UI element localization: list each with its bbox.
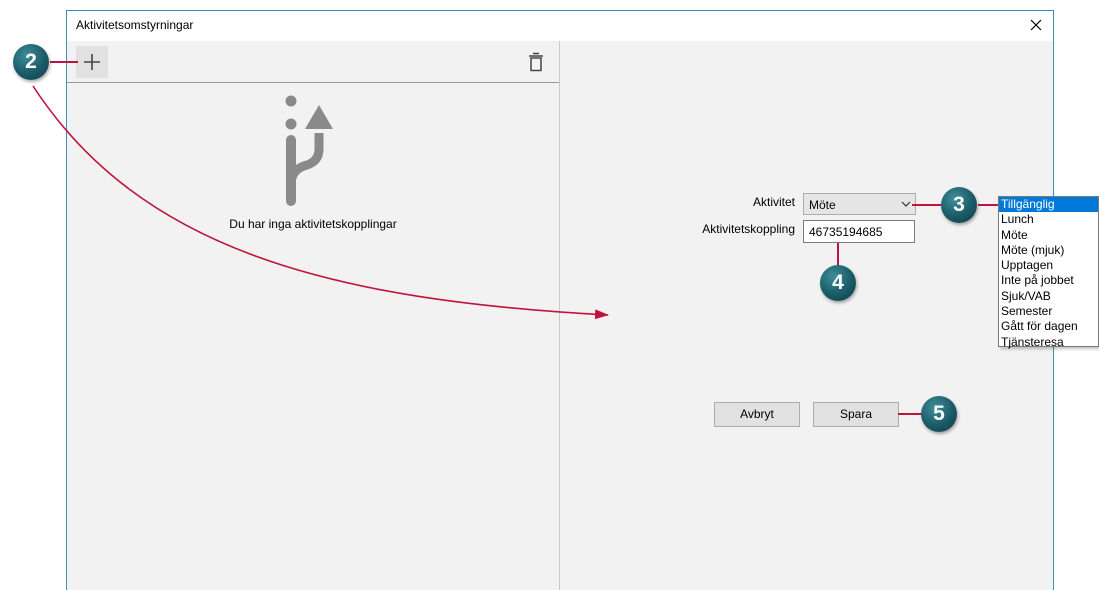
callout-badge-2: 2: [13, 44, 49, 80]
callout-badge-5: 5: [921, 396, 957, 432]
annotation-lines: [32, 61, 998, 415]
callout-badge-4: 4: [820, 265, 856, 301]
callout-badge-3: 3: [941, 187, 977, 223]
